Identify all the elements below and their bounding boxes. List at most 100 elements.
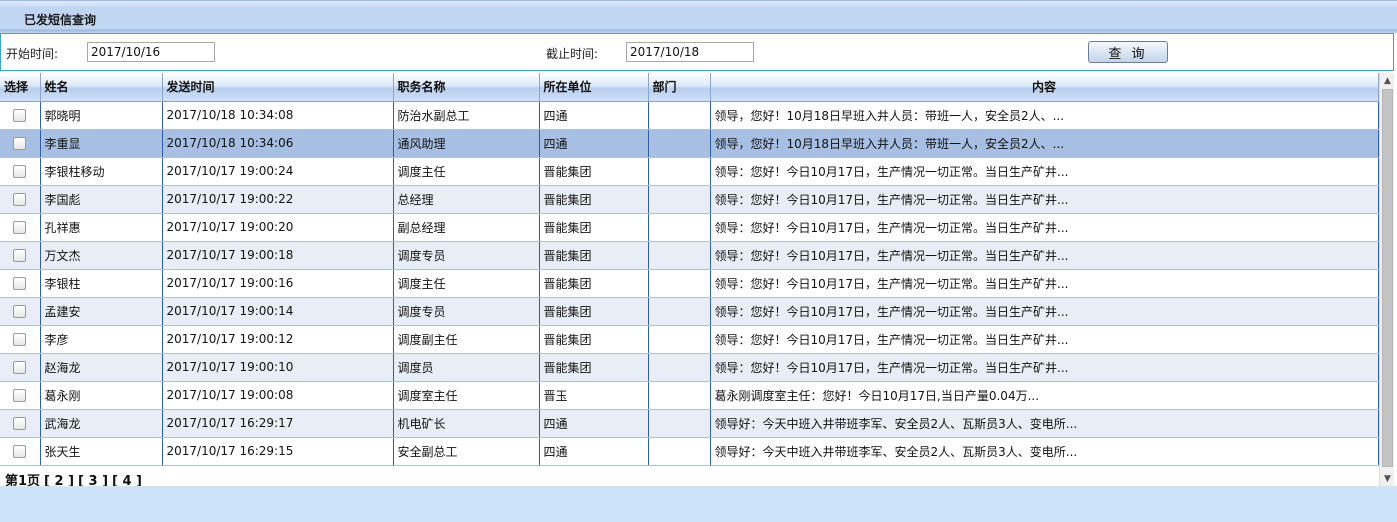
cell-name: 武海龙: [40, 409, 163, 438]
cell-send-time: 2017/10/17 19:00:12: [162, 325, 394, 354]
column-header-unit[interactable]: 所在单位: [539, 73, 649, 102]
cell-job-title: 调度副主任: [393, 325, 540, 354]
cell-job-title: 调度室主任: [393, 381, 540, 410]
cell-unit: 晋能集团: [539, 241, 649, 270]
column-header-content[interactable]: 内容: [710, 73, 1379, 102]
cell-department: [648, 157, 711, 186]
cell-job-title: 防治水副总工: [393, 101, 540, 130]
cell-send-time: 2017/10/17 19:00:22: [162, 185, 394, 214]
cell-department: [648, 325, 711, 354]
table-row[interactable]: 李银柱 2017/10/17 19:00:16 调度主任 晋能集团 领导：您好！今日10…: [0, 269, 1379, 298]
arrow-down-icon[interactable]: ▼: [1380, 471, 1395, 486]
cell-unit: 晋能集团: [539, 325, 649, 354]
table-row[interactable]: 万文杰 2017/10/17 19:00:18 调度专员 晋能集团 领导：您好！今日10…: [0, 241, 1379, 270]
cell-select: [0, 325, 41, 354]
start-time-input[interactable]: [87, 42, 215, 62]
row-checkbox[interactable]: [13, 249, 27, 262]
cell-unit: 晋能集团: [539, 213, 649, 242]
vertical-scrollbar[interactable]: ▲ ▼: [1379, 73, 1394, 486]
cell-select: [0, 101, 41, 130]
table-row[interactable]: 郭晓明 2017/10/18 10:34:08 防治水副总工 四通 领导，您好！10月1…: [0, 101, 1379, 130]
cell-select: [0, 157, 41, 186]
row-checkbox[interactable]: [13, 445, 27, 458]
cell-select: [0, 185, 41, 214]
scrollbar-thumb[interactable]: [1382, 89, 1393, 467]
row-checkbox[interactable]: [13, 277, 27, 290]
cell-send-time: 2017/10/17 19:00:10: [162, 353, 394, 382]
cell-send-time: 2017/10/17 16:29:17: [162, 409, 394, 438]
table-row[interactable]: 孔祥惠 2017/10/17 19:00:20 副总经理 晋能集团 领导：您好！今日10…: [0, 213, 1379, 242]
cell-department: [648, 101, 711, 130]
cell-name: 赵海龙: [40, 353, 163, 382]
table-row[interactable]: 李重显 2017/10/18 10:34:06 通风助理 四通 领导，您好！10月18日…: [0, 129, 1379, 158]
cell-unit: 晋能集团: [539, 269, 649, 298]
cell-content: 葛永刚调度室主任：您好！今日10月17日,当日产量0.04万...: [710, 381, 1379, 410]
cell-department: [648, 353, 711, 382]
table-row[interactable]: 赵海龙 2017/10/17 19:00:10 调度员 晋能集团 领导：您好！今日10月…: [0, 353, 1379, 382]
cell-job-title: 调度主任: [393, 269, 540, 298]
cell-department: [648, 185, 711, 214]
column-header-job-title[interactable]: 职务名称: [393, 73, 540, 102]
cell-name: 李银柱: [40, 269, 163, 298]
table-row[interactable]: 李国彪 2017/10/17 19:00:22 总经理 晋能集团 领导：您好！今日10月…: [0, 185, 1379, 214]
table-row[interactable]: 孟建安 2017/10/17 19:00:14 调度专员 晋能集团 领导：您好！今日10…: [0, 297, 1379, 326]
row-checkbox[interactable]: [13, 305, 27, 318]
end-time-input[interactable]: [626, 42, 754, 62]
cell-send-time: 2017/10/17 16:29:15: [162, 437, 394, 466]
end-time-label: 截止时间:: [546, 47, 599, 61]
sms-table-container: 选择 姓名 发送时间 职务名称 所在单位 部门 内容 郭晓明 2017/10/18…: [0, 73, 1397, 489]
sms-table: 选择 姓名 发送时间 职务名称 所在单位 部门 内容 郭晓明 2017/10/18…: [0, 73, 1379, 466]
cell-unit: 晋能集团: [539, 297, 649, 326]
cell-select: [0, 409, 41, 438]
page-title: 已发短信查询: [24, 13, 97, 27]
cell-job-title: 总经理: [393, 185, 540, 214]
row-checkbox[interactable]: [13, 193, 27, 206]
cell-name: 葛永刚: [40, 381, 163, 410]
query-button[interactable]: 查 询: [1088, 41, 1168, 63]
row-checkbox[interactable]: [13, 361, 27, 374]
row-checkbox[interactable]: [13, 333, 27, 346]
row-checkbox[interactable]: [13, 109, 27, 122]
cell-department: [648, 213, 711, 242]
cell-job-title: 通风助理: [393, 129, 540, 158]
row-checkbox[interactable]: [13, 417, 27, 430]
cell-content: 领导，您好！10月18日早班入井人员：带班一人，安全员2人、...: [710, 129, 1379, 158]
cell-content: 领导：您好！今日10月17日，生产情况一切正常。当日生产矿井...: [710, 213, 1379, 242]
row-checkbox[interactable]: [13, 389, 27, 402]
cell-select: [0, 437, 41, 466]
cell-department: [648, 129, 711, 158]
table-row[interactable]: 李彦 2017/10/17 19:00:12 调度副主任 晋能集团 领导：您好！今日10…: [0, 325, 1379, 354]
column-header-send-time[interactable]: 发送时间: [162, 73, 394, 102]
cell-job-title: 调度主任: [393, 157, 540, 186]
row-checkbox[interactable]: [13, 221, 27, 234]
cell-send-time: 2017/10/17 19:00:24: [162, 157, 394, 186]
cell-department: [648, 437, 711, 466]
row-checkbox[interactable]: [13, 137, 27, 150]
cell-department: [648, 241, 711, 270]
cell-select: [0, 381, 41, 410]
cell-department: [648, 381, 711, 410]
cell-send-time: 2017/10/18 10:34:06: [162, 129, 394, 158]
cell-content: 领导，您好！10月18日早班入井人员：带班一人，安全员2人、...: [710, 101, 1379, 130]
table-row[interactable]: 武海龙 2017/10/17 16:29:17 机电矿长 四通 领导好：今天中班入井带班…: [0, 409, 1379, 438]
table-row[interactable]: 李银柱移动 2017/10/17 19:00:24 调度主任 晋能集团 领导：您好！今日…: [0, 157, 1379, 186]
cell-job-title: 副总经理: [393, 213, 540, 242]
table-row[interactable]: 张天生 2017/10/17 16:29:15 安全副总工 四通 领导好：今天中班入井带…: [0, 437, 1379, 466]
cell-unit: 晋能集团: [539, 353, 649, 382]
cell-job-title: 调度专员: [393, 297, 540, 326]
table-row[interactable]: 葛永刚 2017/10/17 19:00:08 调度室主任 晋玉 葛永刚调度室主任：您好…: [0, 381, 1379, 410]
cell-name: 郭晓明: [40, 101, 163, 130]
column-header-name[interactable]: 姓名: [40, 73, 163, 102]
cell-send-time: 2017/10/17 19:00:14: [162, 297, 394, 326]
cell-name: 李重显: [40, 129, 163, 158]
arrow-up-icon[interactable]: ▲: [1380, 73, 1395, 88]
footer-band: [0, 486, 1397, 522]
cell-send-time: 2017/10/17 19:00:08: [162, 381, 394, 410]
title-bar: 已发短信查询: [0, 0, 1397, 33]
cell-unit: 晋能集团: [539, 157, 649, 186]
row-checkbox[interactable]: [13, 165, 27, 178]
cell-unit: 晋能集团: [539, 185, 649, 214]
cell-content: 领导：您好！今日10月17日，生产情况一切正常。当日生产矿井...: [710, 241, 1379, 270]
column-header-select[interactable]: 选择: [0, 73, 41, 102]
column-header-department[interactable]: 部门: [648, 73, 711, 102]
